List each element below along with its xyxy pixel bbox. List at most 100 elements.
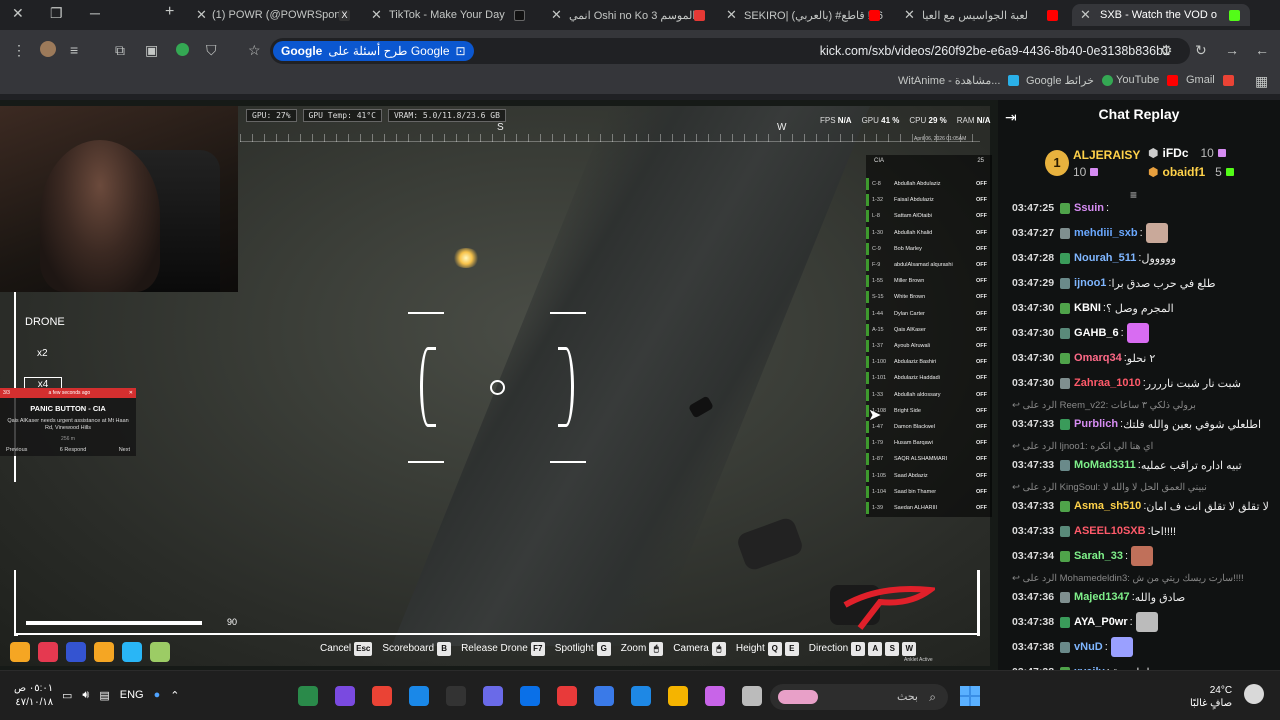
username[interactable]: KBNI (1074, 302, 1101, 314)
tab-spies[interactable]: ✕ لعبة الجواسيس مع العيا (898, 4, 1068, 26)
chat-message[interactable]: 03:47:36 Majed1347: صادق والله (1012, 587, 1276, 607)
gpu-temp: GPU Temp: 41°C (302, 109, 382, 122)
battery-icon[interactable]: ▭ (62, 689, 72, 702)
chat-message[interactable]: 03:47:25 Ssuin: (1012, 198, 1276, 218)
taskbar-app-icon[interactable] (372, 686, 392, 706)
taskbar-app-icon[interactable] (705, 686, 725, 706)
taskbar-app-icon[interactable] (631, 686, 651, 706)
profile-avatar[interactable] (40, 41, 56, 57)
volume-icon[interactable]: 🔊︎ (82, 689, 89, 702)
reply-context[interactable]: ↩ الرد على Reem_v22: برولي ذلكي ٣ ساعات (1012, 400, 1196, 411)
extension-badge-icon[interactable] (176, 43, 189, 56)
close-window-icon[interactable]: ✕ (12, 5, 24, 22)
taskbar-app-icon[interactable] (446, 686, 466, 706)
bookmark-youtube[interactable]: YouTube (1116, 74, 1182, 86)
microphone-icon[interactable]: ● (154, 689, 161, 702)
chat-message[interactable]: 03:47:28 Nourah_511: ووووول (1012, 248, 1276, 268)
username[interactable]: AYA_P0wr (1074, 616, 1128, 628)
chat-message[interactable]: 03:47:34 Sarah_33: (1012, 546, 1276, 566)
language-indicator[interactable]: ENG (120, 689, 144, 702)
new-tab-icon[interactable]: + (165, 3, 174, 21)
taskbar-app-icon[interactable] (520, 686, 540, 706)
close-tab-icon[interactable]: ✕ (371, 7, 382, 23)
close-tab-icon[interactable]: ✕ (904, 7, 915, 23)
chat-message[interactable]: 03:47:33 Purblich: اطلعلي شوفي بعين والله… (1012, 414, 1276, 434)
username[interactable]: Majed1347 (1074, 591, 1130, 603)
taskbar-app-icon[interactable] (557, 686, 577, 706)
minimize-window-icon[interactable]: ─ (90, 5, 100, 21)
reload-icon[interactable]: ↻ (1195, 42, 1207, 59)
username[interactable]: ijnoo1 (1074, 277, 1106, 289)
chat-message[interactable]: 03:47:38 vNuD: (1012, 637, 1276, 657)
taskbar-app-icon[interactable] (742, 686, 762, 706)
media-control-icon[interactable]: ≡ (70, 42, 78, 58)
leader-2[interactable]: ⬢ iFDc 10 (1148, 146, 1226, 160)
weather-widget[interactable]: 24°C صافٍ غالبًا (1190, 684, 1232, 710)
tab-sekiro[interactable]: ✕ SEKIRO| (بالعربي) #6 !! قاطع (720, 4, 890, 26)
taskbar-app-icon[interactable] (668, 686, 688, 706)
taskbar-app-icon[interactable] (409, 686, 429, 706)
all-bookmarks-icon[interactable]: ▦ (1255, 73, 1268, 90)
taskbar-app-icon[interactable] (298, 686, 318, 706)
tab-tiktok[interactable]: ✕ TikTok - Make Your Day (365, 4, 535, 26)
close-tab-icon[interactable]: ✕ (551, 7, 562, 23)
username[interactable]: Zahraa_1010 (1074, 377, 1141, 389)
menu-dots-icon[interactable]: ⋮ (12, 42, 26, 59)
username[interactable]: MoMad3311 (1074, 459, 1136, 471)
restore-window-icon[interactable]: ❐ (50, 5, 63, 22)
extensions-icon[interactable]: ⧉ (115, 42, 125, 59)
bookmark-maps[interactable]: Google خرائط (1026, 74, 1117, 87)
username[interactable]: Purblich (1074, 418, 1118, 430)
username[interactable]: ASEEL10SXB (1074, 525, 1146, 537)
back-icon[interactable]: ← (1255, 42, 1269, 58)
username[interactable]: Asma_sh510 (1074, 500, 1141, 512)
reply-context[interactable]: ↩ الرد على ljnoo1: اي هنا الي انكره (1012, 441, 1153, 452)
site-settings-icon[interactable]: ⚙ (1160, 42, 1173, 59)
taskbar-app-icon[interactable] (594, 686, 614, 706)
username[interactable]: Sarah_33 (1074, 550, 1123, 562)
username[interactable]: mehdiii_sxb (1074, 227, 1138, 239)
tab-powr[interactable]: ✕ (1) POWR (@POWRSports) X (190, 4, 360, 26)
username[interactable]: GAHB_6 (1074, 327, 1119, 339)
chat-message[interactable]: 03:47:38 AYA_P0wr: (1012, 612, 1276, 632)
chat-message[interactable]: 03:47:30 KBNI: المجرم وصل ؟ (1012, 298, 1276, 318)
scoreboard-row: 1-105 Saad Abdaziz OFF (866, 469, 992, 483)
extension-icon[interactable]: ▣ (145, 42, 158, 59)
google-lens-pill[interactable]: Google طرح أسئلة على Google ⊡ (273, 41, 474, 61)
show-hidden-icons[interactable]: ⌃ (170, 689, 179, 702)
forward-icon[interactable]: → (1225, 42, 1239, 58)
leader-1[interactable]: ALJERAISY (1073, 148, 1140, 162)
bookmark-witanime[interactable]: WitAnime - مشاهدة... (898, 74, 1023, 87)
url-text[interactable]: kick.com/sxb/videos/260f92be-e6a9-4436-8… (820, 44, 1170, 58)
reply-context[interactable]: ↩ الرد على KingSoul: نبيني العمق الحل لا… (1012, 482, 1207, 493)
leader-name: iFDc (1162, 146, 1189, 160)
chat-message[interactable]: 03:47:33 ASEEL10SXB: احا!!!! (1012, 521, 1276, 541)
chat-message[interactable]: 03:47:33 Asma_sh510: لا تقلق لا تقلق انت … (1012, 496, 1276, 516)
close-tab-icon[interactable]: ✕ (1080, 7, 1091, 23)
username[interactable]: Ssuin (1074, 202, 1104, 214)
close-tab-icon[interactable]: ✕ (726, 7, 737, 23)
tab-sxb-kick[interactable]: ✕ SXB - Watch the VOD o (1072, 4, 1250, 26)
username[interactable]: vNuD (1074, 641, 1103, 653)
tab-oshi[interactable]: ✕ انمي Oshi no Ko الموسم 3 (545, 4, 715, 26)
reply-context[interactable]: ↩ الرد على Mohamedeldin3: سارت ريسك ريتي… (1012, 573, 1244, 584)
bookmark-gmail[interactable]: Gmail (1186, 74, 1238, 86)
leader-3[interactable]: ⬢ obaidf1 5 (1148, 165, 1234, 179)
chat-message[interactable]: 03:47:30 Omarq34: ٢ نحلو (1012, 348, 1276, 368)
username[interactable]: Nourah_511 (1074, 252, 1136, 264)
taskbar-app-icon[interactable] (335, 686, 355, 706)
username[interactable]: Omarq34 (1074, 352, 1122, 364)
start-icon[interactable] (960, 686, 980, 706)
chat-message[interactable]: 03:47:30 GAHB_6: (1012, 323, 1276, 343)
clock[interactable]: ٠٥:٠١ ص ٤٧/١٠/١٨ (14, 682, 53, 710)
taskbar-app-icon[interactable] (483, 686, 503, 706)
network-icon[interactable]: ▤ (99, 689, 109, 702)
close-tab-icon[interactable]: ✕ (196, 7, 207, 23)
taskbar-search[interactable]: ⌕ بحث (770, 684, 948, 710)
chat-message[interactable]: 03:47:30 Zahraa_1010: شبت نار شبت نارررر (1012, 373, 1276, 393)
shield-icon[interactable]: ⛉ (206, 42, 217, 59)
bookmark-star-icon[interactable]: ☆ (248, 42, 261, 59)
chat-message[interactable]: 03:47:33 MoMad3311: تبيه اداره تراقب عملي… (1012, 455, 1276, 475)
chat-message[interactable]: 03:47:27 mehdiii_sxb: (1012, 223, 1276, 243)
chat-message[interactable]: 03:47:29 ijnoo1: طلع في حرب صدق برا (1012, 273, 1276, 293)
